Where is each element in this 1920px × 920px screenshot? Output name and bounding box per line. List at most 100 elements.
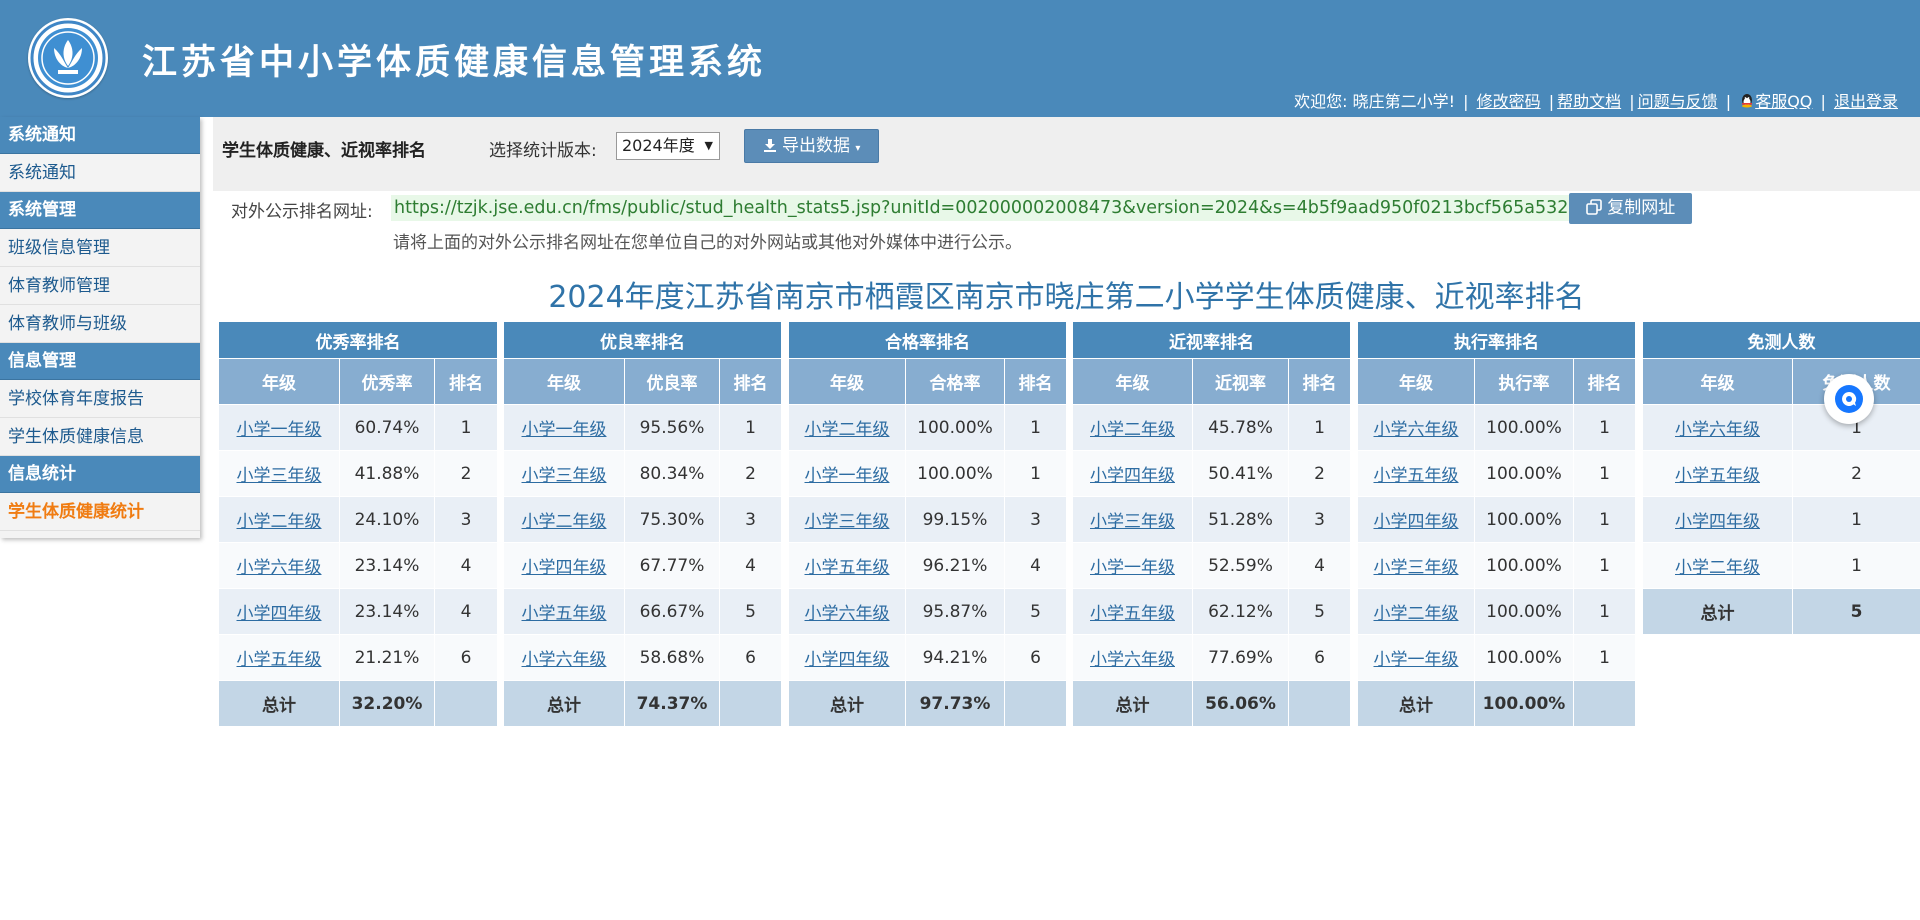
table-title-row: 优秀率排名 <box>217 321 499 359</box>
sidebar-group-statistics[interactable]: 信息统计 <box>0 456 200 493</box>
grade-link[interactable]: 小学一年级 <box>1374 650 1459 670</box>
table-row: 小学三年级 51.28% 3 <box>1072 496 1352 543</box>
grade-link[interactable]: 小学五年级 <box>805 558 890 578</box>
sidebar-group-system-admin[interactable]: 系统管理 <box>0 192 200 229</box>
grade-cell: 小学五年级 <box>503 588 625 635</box>
grade-link[interactable]: 小学一年级 <box>1090 558 1175 578</box>
version-select[interactable]: 2024年度 ▼ <box>616 132 720 160</box>
table-title-row: 执行率排名 <box>1356 321 1637 359</box>
value-cell: 77.69% <box>1192 634 1289 681</box>
grade-link[interactable]: 小学三年级 <box>1374 558 1459 578</box>
table-row: 小学四年级 67.77% 4 <box>503 542 783 589</box>
grade-cell: 小学三年级 <box>1357 542 1475 589</box>
grade-link[interactable]: 小学五年级 <box>1374 466 1459 486</box>
rank-cell: 1 <box>1287 404 1352 451</box>
grade-link[interactable]: 小学六年级 <box>1090 650 1175 670</box>
sidebar-item-teacher-class[interactable]: 体育教师与班级 <box>0 305 200 343</box>
grade-link[interactable]: 小学二年级 <box>237 512 322 532</box>
grade-cell: 小学五年级 <box>788 542 906 589</box>
table-row: 小学四年级 94.21% 6 <box>788 634 1068 681</box>
value-cell: 100.00% <box>1474 542 1574 589</box>
public-url-value[interactable]: https://tzjk.jse.edu.cn/fms/public/stud_… <box>391 195 1639 221</box>
sidebar-item-annual-report[interactable]: 学校体育年度报告 <box>0 380 200 418</box>
total-value: 97.73% <box>905 680 1005 727</box>
grade-link[interactable]: 小学二年级 <box>1374 604 1459 624</box>
rank-cell: 3 <box>433 496 499 543</box>
grade-link[interactable]: 小学五年级 <box>1675 466 1760 486</box>
column-header: 近视率 <box>1192 358 1289 405</box>
table-header-row: 年级 合格率 排名 <box>788 358 1068 405</box>
table-title: 免测人数 <box>1642 321 1920 359</box>
ranking-table-exempt: 免测人数年级免测人数小学六年级1小学五年级2小学四年级1小学二年级1总计5 <box>1642 321 1920 635</box>
table-row: 小学二年级 100.00% 1 <box>1357 588 1637 635</box>
grade-link[interactable]: 小学一年级 <box>805 466 890 486</box>
table-row: 小学五年级 2 <box>1642 450 1920 497</box>
sidebar-item-class-info[interactable]: 班级信息管理 <box>0 229 200 267</box>
value-cell: 21.21% <box>339 634 435 681</box>
grade-link[interactable]: 小学六年级 <box>805 604 890 624</box>
export-data-button[interactable]: 导出数据 ▾ <box>744 129 879 163</box>
value-cell: 41.88% <box>339 450 435 497</box>
grade-link[interactable]: 小学五年级 <box>522 604 607 624</box>
sidebar-item-pe-teachers[interactable]: 体育教师管理 <box>0 267 200 305</box>
grade-link[interactable]: 小学五年级 <box>237 650 322 670</box>
grade-link[interactable]: 小学五年级 <box>1090 604 1175 624</box>
grade-cell: 小学三年级 <box>788 496 906 543</box>
rank-cell: 4 <box>1003 542 1068 589</box>
table-row: 小学一年级 100.00% 1 <box>1357 634 1637 681</box>
grade-link[interactable]: 小学三年级 <box>805 512 890 532</box>
value-cell: 58.68% <box>624 634 720 681</box>
grade-cell: 小学四年级 <box>788 634 906 681</box>
rank-cell: 4 <box>433 588 499 635</box>
grade-link[interactable]: 小学四年级 <box>522 558 607 578</box>
help-docs-link[interactable]: 帮助文档 <box>1557 92 1621 111</box>
table-row: 小学六年级 58.68% 6 <box>503 634 783 681</box>
table-title-row: 近视率排名 <box>1071 321 1352 359</box>
sidebar-item-health-stats[interactable]: 学生体质健康统计 <box>0 493 200 531</box>
logout-link[interactable]: 退出登录 <box>1834 92 1898 111</box>
grade-link[interactable]: 小学三年级 <box>522 466 607 486</box>
rank-cell: 2 <box>718 450 783 497</box>
grade-link[interactable]: 小学二年级 <box>1675 558 1760 578</box>
grade-link[interactable]: 小学一年级 <box>522 420 607 440</box>
qq-support-link[interactable]: 客服QQ <box>1739 92 1812 111</box>
grade-link[interactable]: 小学二年级 <box>522 512 607 532</box>
change-password-link[interactable]: 修改密码 <box>1477 92 1541 111</box>
grade-link[interactable]: 小学六年级 <box>522 650 607 670</box>
grade-link[interactable]: 小学一年级 <box>237 420 322 440</box>
sidebar-group-notice[interactable]: 系统通知 <box>0 117 200 154</box>
column-header: 排名 <box>1287 358 1352 405</box>
rank-cell: 2 <box>1287 450 1352 497</box>
table-row: 小学六年级 1 <box>1642 404 1920 451</box>
feedback-link[interactable]: 问题与反馈 <box>1638 92 1718 111</box>
grade-link[interactable]: 小学二年级 <box>805 420 890 440</box>
grade-link[interactable]: 小学三年级 <box>1090 512 1175 532</box>
grade-cell: 小学六年级 <box>1072 634 1193 681</box>
grade-link[interactable]: 小学四年级 <box>1090 466 1175 486</box>
rank-cell: 1 <box>1572 542 1637 589</box>
value-cell: 95.87% <box>905 588 1005 635</box>
grade-link[interactable]: 小学六年级 <box>237 558 322 578</box>
value-cell: 1 <box>1792 496 1920 543</box>
grade-link[interactable]: 小学六年级 <box>1675 420 1760 440</box>
sidebar-item-system-notice[interactable]: 系统通知 <box>0 154 200 192</box>
total-value: 74.37% <box>624 680 720 727</box>
table-header-row: 年级 近视率 排名 <box>1072 358 1352 405</box>
grade-link[interactable]: 小学四年级 <box>1675 512 1760 532</box>
rank-cell: 6 <box>1287 634 1352 681</box>
rank-cell: 6 <box>1003 634 1068 681</box>
column-header: 排名 <box>433 358 499 405</box>
rank-cell: 3 <box>718 496 783 543</box>
table-row: 小学三年级 100.00% 1 <box>1357 542 1637 589</box>
grade-link[interactable]: 小学四年级 <box>805 650 890 670</box>
grade-link[interactable]: 小学四年级 <box>1374 512 1459 532</box>
sidebar-item-health-info[interactable]: 学生体质健康信息 <box>0 418 200 456</box>
grade-link[interactable]: 小学四年级 <box>237 604 322 624</box>
value-cell: 50.41% <box>1192 450 1289 497</box>
floating-chat-button[interactable] <box>1824 374 1874 424</box>
copy-url-button[interactable]: 复制网址 <box>1569 193 1692 224</box>
grade-link[interactable]: 小学六年级 <box>1374 420 1459 440</box>
grade-link[interactable]: 小学三年级 <box>237 466 322 486</box>
sidebar-group-info-admin[interactable]: 信息管理 <box>0 343 200 380</box>
grade-link[interactable]: 小学二年级 <box>1090 420 1175 440</box>
